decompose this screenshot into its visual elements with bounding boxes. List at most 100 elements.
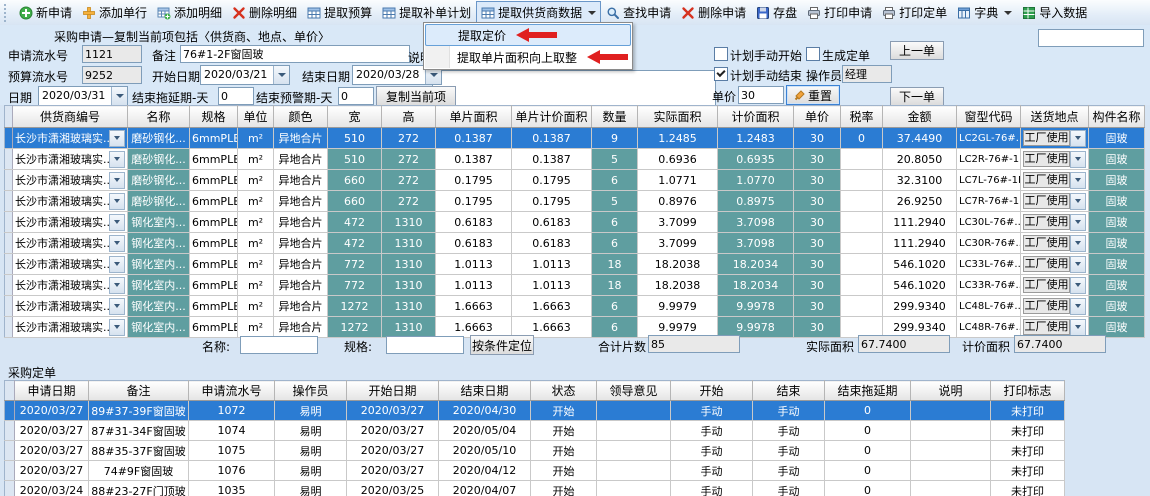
column-header-结束[interactable]: 结束 [753,381,825,401]
delivery-cell[interactable]: 工厂使用 [1021,149,1089,170]
chevron-down-icon[interactable] [1070,298,1086,315]
cell[interactable]: 88#23-27F门顶玻 [89,481,189,496]
chevron-down-icon[interactable] [109,214,125,231]
cell[interactable]: 2020/03/27 [347,461,439,481]
chevron-down-icon[interactable] [109,130,125,147]
column-header-名称[interactable]: 名称 [128,106,190,128]
cell[interactable]: 磨砂钢化... [128,170,190,191]
cell[interactable]: LC2R-76#-1F [957,149,1021,170]
operator-input[interactable] [842,65,892,83]
cell[interactable] [911,421,991,441]
column-header-申请流水号[interactable]: 申请流水号 [189,381,275,401]
chevron-down-icon[interactable] [109,256,125,273]
cell[interactable]: LC33R-76#... [957,275,1021,296]
date-combo[interactable]: 2020/03/31 [38,86,128,106]
cell[interactable]: 异地合片 [274,254,328,275]
cell[interactable]: 1076 [189,461,275,481]
delivery-cell[interactable]: 工厂使用 [1021,212,1089,233]
cell[interactable]: 钢化室内... [128,212,190,233]
delivery-cell[interactable]: 工厂使用 [1021,128,1089,149]
cell[interactable]: LC30L-76#... [957,212,1021,233]
column-header-结束拖延期[interactable]: 结束拖延期 [825,381,911,401]
cell[interactable]: 开始 [531,461,597,481]
cell[interactable]: 30 [794,212,841,233]
select-all-gutter[interactable] [5,106,13,128]
cell[interactable]: 固玻 [1089,170,1145,191]
cell[interactable]: 3.7099 [638,212,718,233]
cell[interactable]: 272 [382,128,436,149]
supplier-cell[interactable]: 长沙市潇湘玻璃实... [13,317,128,338]
cell[interactable] [841,191,883,212]
cell[interactable]: 1035 [189,481,275,496]
toolbar-grip[interactable] [4,4,10,22]
cell[interactable] [911,481,991,496]
serial-input[interactable] [82,45,142,63]
cell[interactable]: 磨砂钢化... [128,191,190,212]
column-header-供货商编号[interactable]: 供货商编号 [13,106,128,128]
cell[interactable]: 0.1387 [512,149,592,170]
column-header-单位[interactable]: 单位 [238,106,274,128]
supplier-cell[interactable]: 长沙市潇湘玻璃实... [13,170,128,191]
cell[interactable]: 6 [592,233,638,254]
column-header-窗型代码[interactable]: 窗型代码 [957,106,1021,128]
cell[interactable]: 37.4490 [883,128,957,149]
supplier-cell[interactable]: 长沙市潇湘玻璃实... [13,233,128,254]
toolbar-button-导入数据[interactable]: 导入数据 [1017,1,1092,24]
cell[interactable]: 2020/05/10 [439,441,531,461]
supplier-cell[interactable]: 长沙市潇湘玻璃实... [13,149,128,170]
cell[interactable]: 固玻 [1089,296,1145,317]
cell[interactable]: 30 [794,275,841,296]
cell[interactable]: 6mmPLE... [190,296,238,317]
cell[interactable]: 1.0771 [638,170,718,191]
cell[interactable]: 2020/03/27 [347,421,439,441]
cell[interactable]: 0.1795 [512,191,592,212]
cell[interactable]: 3.7099 [638,233,718,254]
filter-spec-input[interactable] [386,336,464,354]
cell[interactable] [597,401,671,421]
select-all-gutter[interactable] [5,381,15,401]
chevron-down-icon[interactable] [273,66,289,84]
cell[interactable]: 钢化室内... [128,296,190,317]
cell[interactable]: 2020/03/27 [347,401,439,421]
column-header-开始日期[interactable]: 开始日期 [347,381,439,401]
table-row[interactable]: 长沙市潇湘玻璃实...钢化室内...6mmPLE...m²异地合片4721310… [5,233,1145,254]
cell[interactable]: 299.9340 [883,296,957,317]
cell[interactable]: 0.8975 [718,191,794,212]
cell[interactable]: 660 [328,170,382,191]
cell[interactable]: 1.6663 [512,296,592,317]
cell[interactable] [841,296,883,317]
column-header-金额[interactable]: 金额 [883,106,957,128]
cell[interactable]: 1074 [189,421,275,441]
cell[interactable]: 固玻 [1089,128,1145,149]
delivery-cell[interactable]: 工厂使用 [1021,275,1089,296]
cell[interactable]: 1272 [328,296,382,317]
cell[interactable]: 异地合片 [274,275,328,296]
cell[interactable]: 2020/03/27 [15,401,89,421]
cell[interactable]: 钢化室内... [128,275,190,296]
cell[interactable]: 18.2034 [718,254,794,275]
row-selector-gutter[interactable] [5,441,15,461]
cell[interactable]: 32.3100 [883,170,957,191]
cell[interactable]: 510 [328,149,382,170]
cell[interactable]: 1310 [382,275,436,296]
table-row[interactable]: 长沙市潇湘玻璃实...磨砂钢化...6mmPLE...m²异地合片5102720… [5,128,1145,149]
toolbar-button-添加明细[interactable]: 添加明细 [152,1,227,24]
cell[interactable]: 1310 [382,254,436,275]
copy-current-button[interactable]: 复制当前项 [376,86,456,106]
cell[interactable]: 固玻 [1089,191,1145,212]
row-selector-gutter[interactable] [5,191,13,212]
row-selector-gutter[interactable] [5,296,13,317]
toolbar-button-打印申请[interactable]: 打印申请 [802,1,877,24]
cell[interactable]: 0.6183 [512,233,592,254]
cell[interactable]: 30 [794,149,841,170]
cell[interactable] [911,401,991,421]
cell[interactable]: 772 [328,254,382,275]
cell[interactable]: 1310 [382,212,436,233]
cell[interactable]: 30 [794,191,841,212]
cell[interactable]: 6mmPLE... [190,233,238,254]
supplier-cell[interactable]: 长沙市潇湘玻璃实... [13,212,128,233]
cell[interactable]: 472 [328,233,382,254]
chevron-down-icon[interactable] [109,319,125,336]
chevron-down-icon[interactable] [1070,277,1086,294]
column-header-数量[interactable]: 数量 [592,106,638,128]
